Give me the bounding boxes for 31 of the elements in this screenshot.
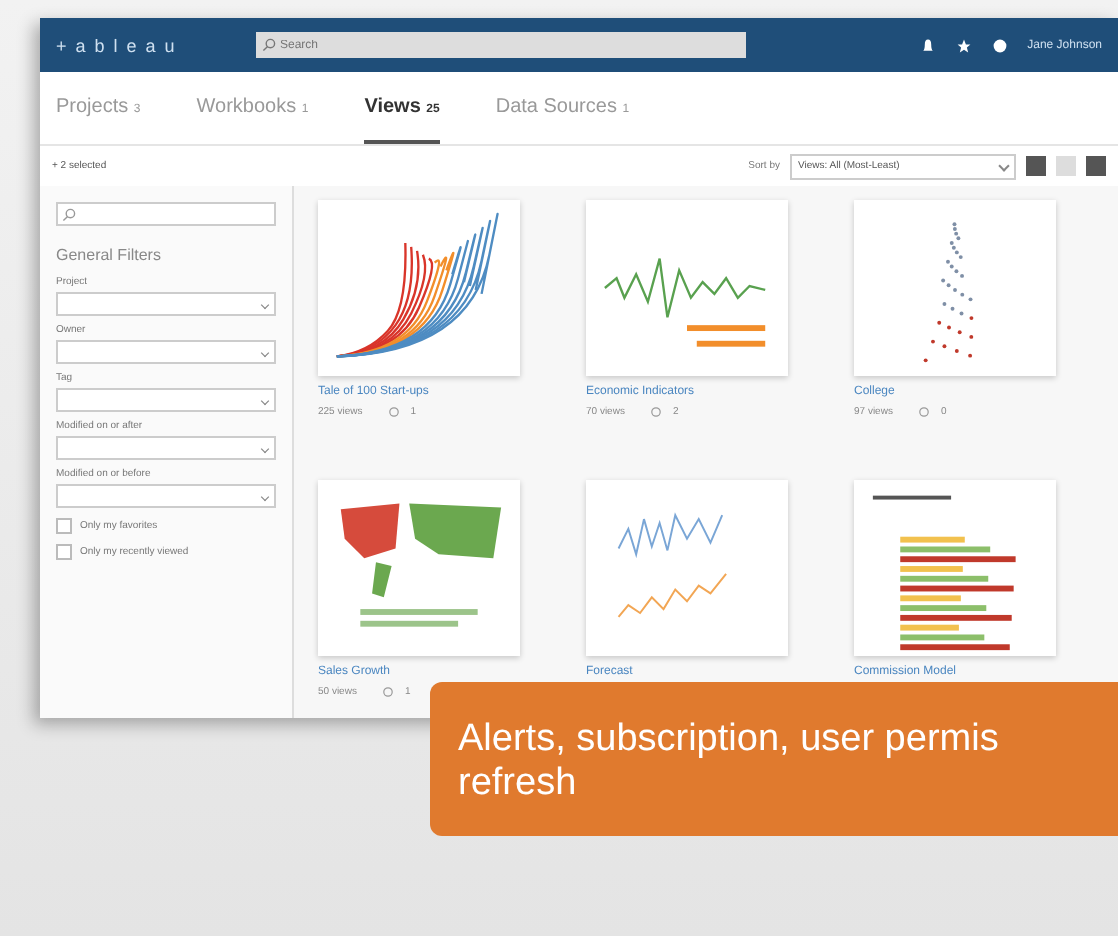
caret-icon [998,160,1010,172]
comment-icon [650,406,663,418]
star-icon[interactable] [955,37,972,53]
menu-button[interactable] [1086,156,1106,176]
comment-icon [918,406,931,418]
view-thumbnail[interactable] [586,200,788,376]
comment-icon [382,686,395,698]
search-icon [262,38,276,52]
callout-text: refresh [458,762,579,806]
checkbox[interactable] [56,544,72,560]
filter-dropdown[interactable] [56,292,276,316]
filter-dropdown[interactable] [56,388,276,412]
comment-icon [388,406,401,418]
filters-heading: General Filters [56,246,163,264]
grid-view-button[interactable] [1026,156,1046,176]
filter-dropdown[interactable] [56,484,276,508]
view-thumbnail[interactable] [854,200,1056,376]
list-view-button[interactable] [1056,156,1076,176]
logo[interactable]: + a b l e a u [56,35,236,55]
checkbox[interactable] [56,518,72,534]
filter-search-field[interactable] [56,202,276,226]
view-thumbnail[interactable] [318,200,520,376]
help-icon[interactable] [991,37,1008,53]
view-thumbnail[interactable] [854,480,1056,656]
search-icon [62,207,76,221]
filter-dropdown[interactable] [56,340,276,364]
bell-icon[interactable] [919,37,936,53]
view-thumbnail[interactable] [586,480,788,656]
callout-text: Alerts, subscription, user permis [458,718,1001,762]
view-thumbnail[interactable] [318,480,520,656]
filter-dropdown[interactable] [56,436,276,460]
